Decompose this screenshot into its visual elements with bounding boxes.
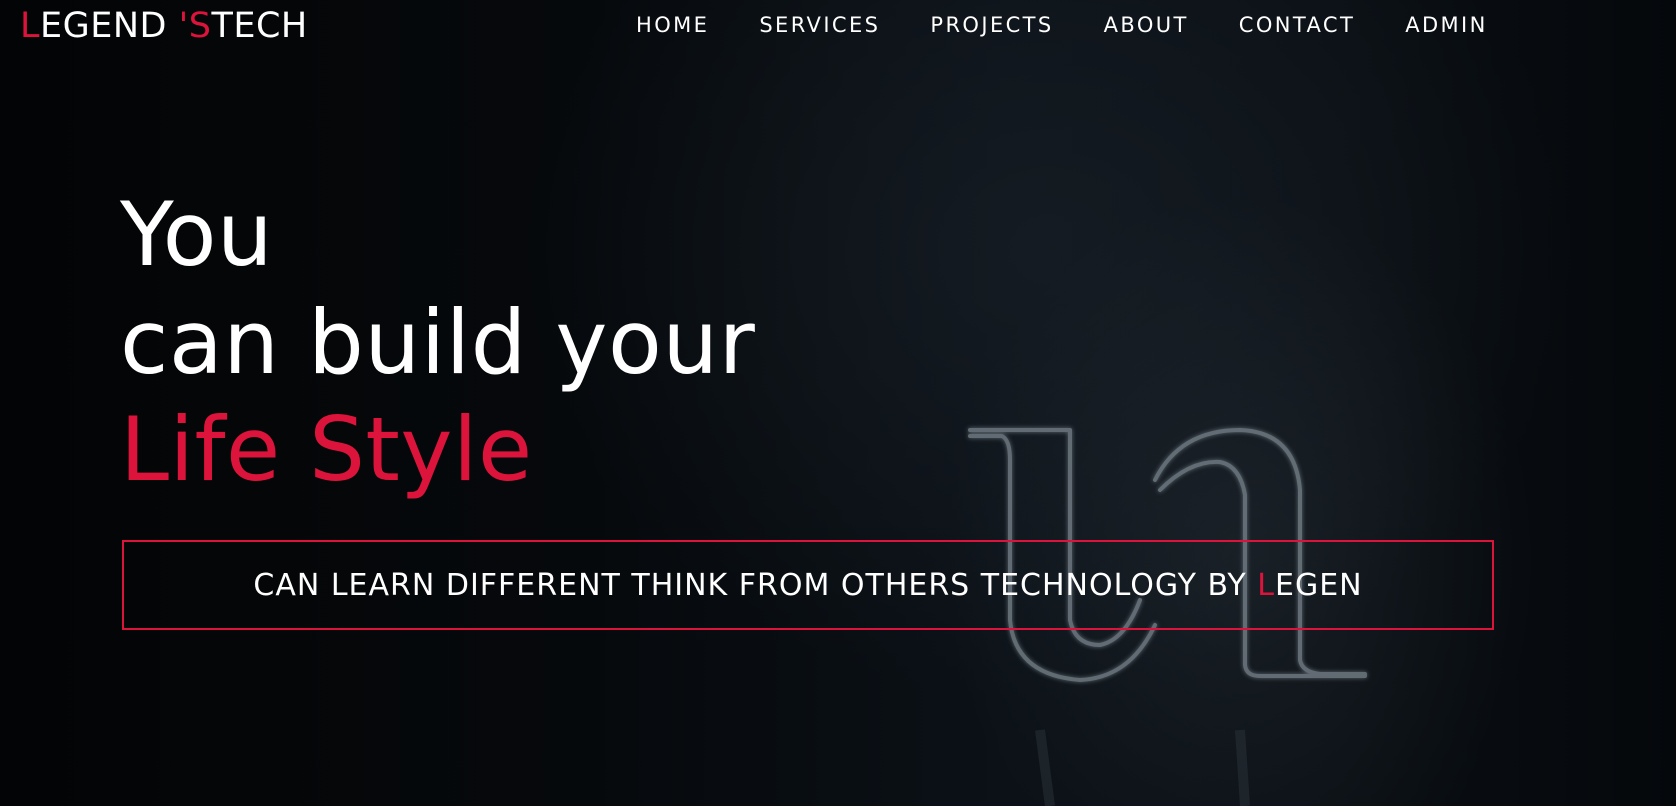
nav-services-link[interactable]: SERVICES	[759, 13, 880, 37]
tagline-main-text: CAN LEARN DIFFERENT THINK FROM OTHERS TE…	[253, 567, 1258, 603]
site-logo[interactable]: LEGEND 'STECH	[20, 2, 308, 50]
logo-text-part: EGEND	[40, 6, 179, 46]
hero-tagline: CAN LEARN DIFFERENT THINK FROM OTHERS TE…	[253, 568, 1362, 603]
nav-admin-link[interactable]: ADMIN	[1405, 13, 1488, 37]
hero-headline-line-2: can build your	[120, 291, 756, 394]
logo-accent-letter: L	[20, 6, 40, 46]
nav-home-link[interactable]: HOME	[636, 13, 709, 37]
nav-projects-link[interactable]: PROJECTS	[930, 13, 1053, 37]
nav-contact-link[interactable]: CONTACT	[1239, 13, 1355, 37]
hero-tagline-box: CAN LEARN DIFFERENT THINK FROM OTHERS TE…	[122, 540, 1494, 630]
main-nav: HOME SERVICES PROJECTS ABOUT CONTACT ADM…	[636, 0, 1488, 50]
logo-accent-apostrophe-s: 'S	[178, 6, 212, 46]
logo-text-tech: TECH	[211, 6, 308, 46]
hero-headline-line-1: You	[120, 183, 274, 286]
hero-headline-accent-line: Life Style	[120, 398, 533, 501]
page: LEGEND 'STECH HOME SERVICES PROJECTS ABO…	[0, 0, 1676, 806]
nav-about-link[interactable]: ABOUT	[1104, 13, 1189, 37]
tagline-end-text: EGEN	[1275, 567, 1363, 603]
tagline-accent-letter: L	[1257, 567, 1275, 603]
